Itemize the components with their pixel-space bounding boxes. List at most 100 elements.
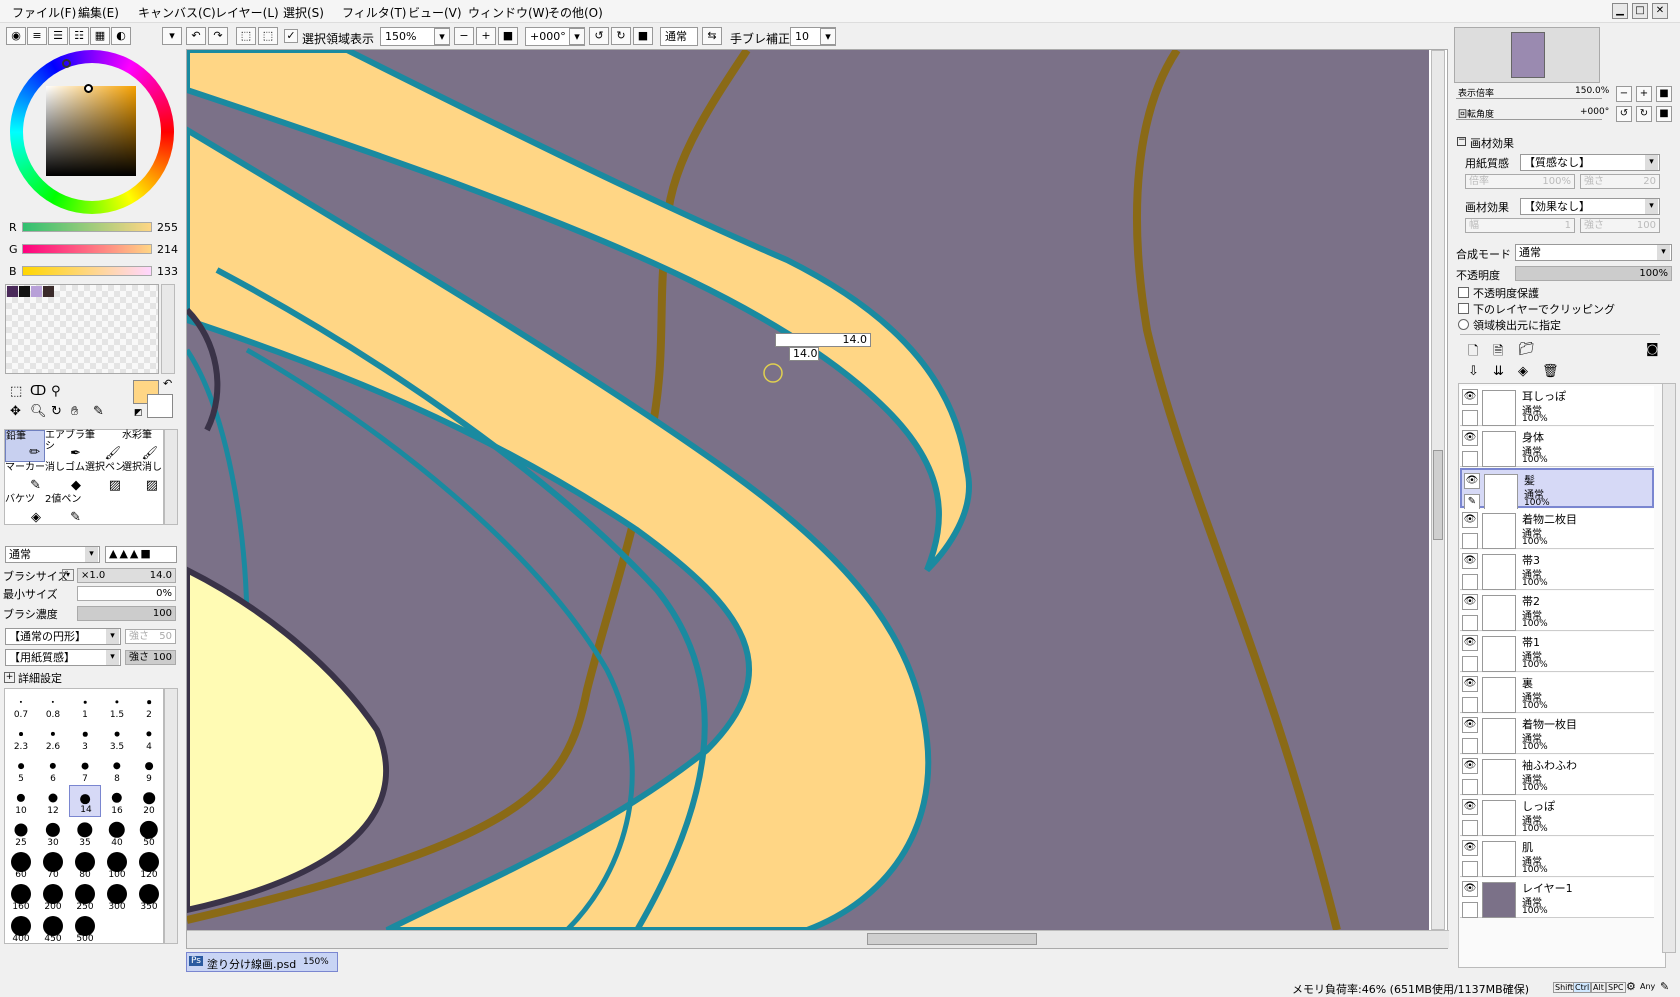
- b-slider[interactable]: [22, 266, 152, 276]
- flip-horizontal-icon[interactable]: ⇆: [702, 27, 722, 45]
- scratch-tab-icon[interactable]: ◐: [111, 27, 131, 45]
- brush-size-cell[interactable]: 160: [5, 881, 37, 913]
- expand-icon[interactable]: +: [4, 672, 15, 683]
- hue-cursor[interactable]: [62, 59, 71, 68]
- eye-icon[interactable]: 👁︎: [1462, 430, 1478, 446]
- layer-item[interactable]: 👁︎ レイヤー1 通常 100%: [1460, 878, 1654, 918]
- brush-size-cell[interactable]: 3: [69, 721, 101, 753]
- brush-size-cell[interactable]: 2: [133, 689, 165, 721]
- nav-zoom-reset-icon[interactable]: ■: [1656, 86, 1672, 102]
- eye-icon[interactable]: 👁︎: [1462, 758, 1478, 774]
- zoom-reset-icon[interactable]: ■: [498, 27, 518, 45]
- color-wheel-tab-icon[interactable]: ◉: [6, 27, 26, 45]
- brush-size-cell[interactable]: 10: [5, 785, 37, 817]
- redo-icon[interactable]: ↷: [208, 27, 228, 45]
- eye-icon[interactable]: 👁︎: [1464, 473, 1480, 489]
- layer-mask-icon[interactable]: ◙: [1646, 342, 1659, 357]
- brush-size-cell[interactable]: 60: [5, 849, 37, 881]
- blend-mode-button[interactable]: 通常: [660, 27, 698, 46]
- swatch-black[interactable]: [19, 286, 30, 297]
- layer-item[interactable]: 👁︎ 身体 通常 100%: [1460, 427, 1654, 467]
- brush-size-cell[interactable]: 20: [133, 785, 165, 817]
- move-icon[interactable]: ✥: [10, 404, 21, 419]
- lasso-icon[interactable]: ↀ: [30, 384, 46, 399]
- layer-lock-box[interactable]: [1462, 656, 1478, 672]
- brush-size-cell[interactable]: 100: [101, 849, 133, 881]
- eye-icon[interactable]: 👁︎: [1462, 635, 1478, 651]
- rotate-right-icon[interactable]: ↻: [611, 27, 631, 45]
- layer-item[interactable]: 👁︎ 着物二枚目 通常 100%: [1460, 509, 1654, 549]
- layer-item[interactable]: 👁︎ 肌通常 100%: [1460, 837, 1654, 877]
- new-layer-icon[interactable]: 🗋︎: [1468, 342, 1478, 364]
- clear-layer-icon[interactable]: ◈: [1518, 364, 1528, 379]
- swap-colors-icon[interactable]: ↶: [163, 377, 172, 390]
- new-folder-icon[interactable]: 📁︎: [1518, 342, 1535, 357]
- brush-mode-select[interactable]: 通常: [5, 546, 100, 563]
- rotate-left-icon[interactable]: ↺: [589, 27, 609, 45]
- paper-strength-field[interactable]: 強さ 20: [1580, 174, 1660, 189]
- rect-select-icon[interactable]: ⬚: [10, 384, 22, 399]
- layer-item[interactable]: 👁︎ 耳しっぽ 通常 100%: [1460, 386, 1654, 426]
- layer-lock-box[interactable]: [1462, 574, 1478, 590]
- brush-size-cell[interactable]: 200: [37, 881, 69, 913]
- eyedropper-icon[interactable]: ✎: [93, 404, 104, 419]
- brush-size-cell[interactable]: 30: [37, 817, 69, 849]
- tool-eraser[interactable]: 消しゴム ◆: [45, 462, 85, 494]
- nav-zoom-slider[interactable]: [1456, 98, 1602, 99]
- brush-size-field[interactable]: ×1.0 14.0: [77, 568, 176, 583]
- brush-texture-select[interactable]: 【用紙質感】: [5, 649, 121, 666]
- menu-filter[interactable]: フィルタ(T): [342, 4, 406, 21]
- brush-size-cell[interactable]: 450: [37, 913, 69, 945]
- hscroll-thumb[interactable]: [867, 933, 1037, 945]
- eye-icon[interactable]: 👁︎: [1462, 799, 1478, 815]
- delete-layer-icon[interactable]: 🗑︎: [1542, 364, 1559, 379]
- zoom-dropdown-icon[interactable]: ▾: [434, 28, 450, 45]
- invert-selection-icon[interactable]: ⬚: [258, 27, 278, 45]
- brush-size-cell[interactable]: 120: [133, 849, 165, 881]
- menu-layer[interactable]: レイヤー(L): [215, 4, 279, 21]
- layer-lock-box[interactable]: [1462, 697, 1478, 713]
- brush-size-cell[interactable]: 70: [37, 849, 69, 881]
- brush-size-cell[interactable]: 300: [101, 881, 133, 913]
- stabilizer-dropdown-icon[interactable]: ▾: [820, 28, 836, 45]
- canvas-area[interactable]: 14.0 14.0: [186, 49, 1449, 949]
- new-linework-layer-icon[interactable]: 🗎︎: [1493, 342, 1503, 364]
- brush-size-cell[interactable]: 16: [101, 785, 133, 817]
- brush-size-cell[interactable]: 250: [69, 881, 101, 913]
- zoom-in-icon[interactable]: +: [476, 27, 496, 45]
- layer-item[interactable]: 👁︎ 帯3 通常 100%: [1460, 550, 1654, 590]
- brush-edge-buttons[interactable]: ▲▲▲■: [105, 546, 177, 563]
- min-size-field[interactable]: 0%: [77, 586, 176, 601]
- detail-settings-label[interactable]: 詳細設定: [18, 670, 62, 686]
- menu-edit[interactable]: 編集(E): [78, 4, 119, 21]
- size-multiplier-icon[interactable]: ▾: [62, 569, 74, 581]
- brush-size-cell[interactable]: 0.7: [5, 689, 37, 721]
- layer-lock-box[interactable]: [1462, 533, 1478, 549]
- tool-watercolor[interactable]: 水彩筆 🖌︎: [122, 430, 162, 462]
- protect-checkbox[interactable]: [1458, 287, 1469, 298]
- brush-size-cell[interactable]: 2.3: [5, 721, 37, 753]
- texture-strength-field[interactable]: 強さ 100: [125, 650, 176, 665]
- layer-lock-box[interactable]: [1462, 820, 1478, 836]
- layer-item[interactable]: 👁︎ 帯2 通常 100%: [1460, 591, 1654, 631]
- sv-cursor[interactable]: [84, 84, 93, 93]
- tool-brush[interactable]: 筆 🖌︎: [85, 430, 125, 462]
- zoom-out-icon[interactable]: −: [454, 27, 474, 45]
- eye-icon[interactable]: 👁︎: [1462, 553, 1478, 569]
- maximize-icon[interactable]: □: [1632, 3, 1648, 19]
- rotate-icon[interactable]: ↻: [51, 404, 62, 419]
- tool-select-pen[interactable]: 選択ペン ▨: [85, 462, 125, 494]
- tool-airbrush[interactable]: エアブラシ ✒︎: [45, 430, 85, 462]
- clip-checkbox[interactable]: [1458, 303, 1469, 314]
- size-scrollbar[interactable]: [164, 688, 178, 944]
- menu-canvas[interactable]: キャンバス(C): [138, 4, 216, 21]
- minimize-icon[interactable]: ▁: [1612, 3, 1628, 19]
- brush-size-cell[interactable]: 1.5: [101, 689, 133, 721]
- brush-size-cell[interactable]: 2.6: [37, 721, 69, 753]
- vscroll-thumb[interactable]: [1433, 450, 1443, 540]
- brush-size-cell[interactable]: 9: [133, 753, 165, 785]
- undo-icon[interactable]: ↶: [186, 27, 206, 45]
- tool-bucket[interactable]: バケツ ◈: [5, 494, 45, 526]
- nav-rot-reset-icon[interactable]: ■: [1656, 106, 1672, 122]
- pen-icon[interactable]: ✎: [1464, 494, 1480, 510]
